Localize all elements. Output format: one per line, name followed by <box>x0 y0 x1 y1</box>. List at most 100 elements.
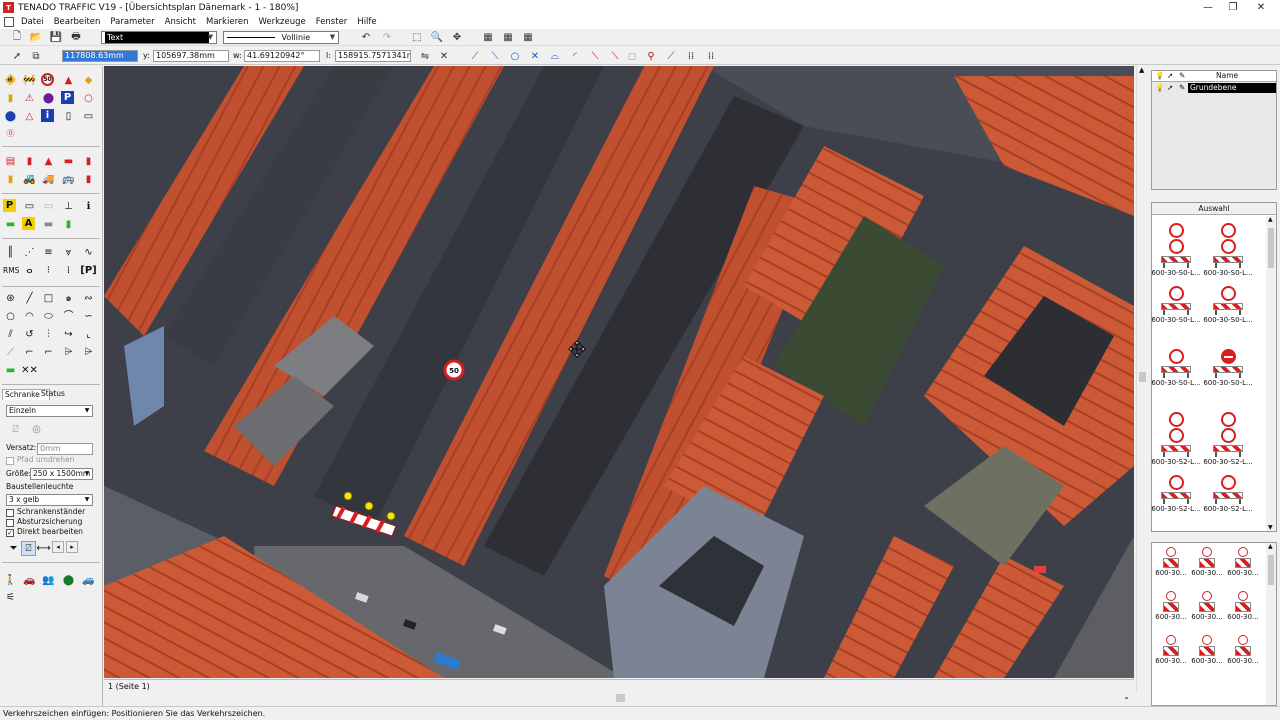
menu-werkzeuge[interactable]: Werkzeuge <box>254 15 311 29</box>
bicycle-icon[interactable]: ⴰ <box>22 263 37 278</box>
corner-icon[interactable]: ⌞ <box>81 327 96 342</box>
snap-disabled-icon[interactable]: ◻ <box>625 49 639 63</box>
snap-circle-icon[interactable]: ○ <box>508 49 522 63</box>
line-style-combo[interactable]: Vollinie ▼ <box>223 31 339 44</box>
selection-item[interactable]: 600-30-S0-L... <box>1151 286 1201 324</box>
snap-arc-icon[interactable]: ◜ <box>568 49 582 63</box>
post-icon[interactable]: ▮ <box>22 154 37 169</box>
multi-edit-icon[interactable]: ⩥ <box>61 345 76 360</box>
path-icon[interactable]: ⍁ <box>8 422 23 437</box>
pen-icon[interactable]: ✎ <box>1179 83 1185 93</box>
grid-icon[interactable]: ⁞⁞ <box>684 49 698 63</box>
trim-icon[interactable]: ⌐ <box>22 345 37 360</box>
worker-sign-icon[interactable]: 🚧 <box>22 73 37 88</box>
curve-icon[interactable]: ⌒ <box>61 309 76 324</box>
menu-ansicht[interactable]: Ansicht <box>160 15 201 29</box>
vehicle2-icon[interactable]: 🚙 <box>81 573 96 588</box>
schrankenstaender-checkbox[interactable] <box>6 509 14 517</box>
snap-perp-icon[interactable]: ⟋ <box>664 49 678 63</box>
step-left-icon[interactable]: ◂ <box>52 541 64 553</box>
menu-markieren[interactable]: Markieren <box>201 15 253 29</box>
rectangle-icon[interactable]: □ <box>41 291 56 306</box>
scroll-down-icon[interactable]: ▼ <box>1268 524 1273 531</box>
selection-item[interactable]: 600-30-S0-L... <box>1203 286 1253 324</box>
bus-icon[interactable]: 🚌 <box>61 172 76 187</box>
warning-triangle2-icon[interactable]: ⚠ <box>22 91 37 106</box>
blue-round-sign-icon[interactable]: ⬤ <box>3 109 18 124</box>
leuchte-combo[interactable]: 3 x gelb ▼ <box>6 494 93 506</box>
extra-tool-icon[interactable]: ⚟ <box>3 590 18 605</box>
selection-item[interactable]: 600-30... <box>1226 635 1260 665</box>
selection-item[interactable]: 600-30-S2-L... <box>1203 412 1253 466</box>
zoom-pan-icon[interactable]: ✥ <box>450 30 464 44</box>
menu-bearbeiten[interactable]: Bearbeiten <box>49 15 106 29</box>
zoom-icon[interactable]: 🔍 <box>430 30 444 44</box>
diagonal-marking-icon[interactable]: ⋰ <box>22 245 37 260</box>
menu-parameter[interactable]: Parameter <box>105 15 159 29</box>
bend-icon[interactable]: ↺ <box>22 327 37 342</box>
dimension-icon[interactable]: ▬ <box>3 363 18 378</box>
line-icon[interactable]: ╱ <box>22 291 37 306</box>
spiral-icon[interactable]: ๑ <box>61 291 76 306</box>
arc-icon[interactable]: ◠ <box>22 309 37 324</box>
white-board-icon[interactable]: ▭ <box>22 199 37 214</box>
map-canvas[interactable]: 50 <box>104 66 1134 678</box>
selection-item[interactable]: 600-30... <box>1190 591 1224 621</box>
people-icon[interactable]: 👥 <box>41 573 56 588</box>
selection-item[interactable]: 600-30-S0-L... <box>1151 349 1201 387</box>
selection-scroll-thumb[interactable] <box>1268 228 1274 268</box>
close-button[interactable]: ✕ <box>1249 0 1273 15</box>
yellow-board-icon[interactable]: P <box>3 199 16 212</box>
grey-board-icon[interactable]: ▭ <box>41 199 56 214</box>
snap-tangent-icon[interactable]: ⌓ <box>548 49 562 63</box>
ellipse-icon[interactable]: ⬭ <box>41 309 56 324</box>
page-tab[interactable]: 1 (Seite 1) <box>104 679 1134 692</box>
snap-line2-icon[interactable]: ⟍ <box>488 49 502 63</box>
red-round-sign-icon[interactable]: ⓪ <box>3 126 18 141</box>
point-icon[interactable]: ⊛ <box>3 291 18 306</box>
selection-item[interactable]: 600-30-S0-L... <box>1203 349 1253 387</box>
priority-road-icon[interactable]: ◆ <box>81 73 96 88</box>
snap-end-icon[interactable]: ⟍ <box>588 49 602 63</box>
cancel-x-icon[interactable]: ✕ <box>437 49 451 63</box>
comb-icon[interactable]: ⫶ <box>41 327 56 342</box>
y-coordinate-field[interactable]: 105697.38mm <box>153 50 229 62</box>
green-board-icon[interactable]: ▬ <box>3 217 18 232</box>
layout-icon-1[interactable]: ▦ <box>481 30 495 44</box>
light-icon[interactable]: ▮ <box>3 172 18 187</box>
grid2-icon[interactable]: ⁞⁞ <box>704 49 718 63</box>
placed-speed-sign[interactable]: 50 <box>443 359 465 381</box>
construction-vehicle-icon[interactable]: 🚜 <box>22 172 37 187</box>
tree-icon[interactable]: ⬤ <box>61 573 76 588</box>
select-arrow-icon[interactable]: ➚ <box>10 49 24 63</box>
snap-search-icon[interactable]: ⚲ <box>644 49 658 63</box>
spline-icon[interactable]: ∽ <box>81 309 96 324</box>
warning-triangle-icon[interactable]: ▲ <box>61 73 76 88</box>
letter-board-icon[interactable]: A <box>22 217 35 230</box>
save-icon[interactable]: 💾 <box>49 30 63 44</box>
zoom-window-icon[interactable]: ⬚ <box>410 30 424 44</box>
layer-name[interactable]: Grundebene <box>1188 83 1276 93</box>
hook-icon[interactable]: ↪ <box>61 327 76 342</box>
yellow-sign-icon[interactable]: ▮ <box>3 91 18 106</box>
circle-icon[interactable]: ○ <box>3 309 18 324</box>
truck-icon[interactable]: 🚚 <box>41 172 56 187</box>
scroll-down-icon[interactable]: ⌄ <box>1123 692 1130 701</box>
x-coordinate-field[interactable]: 117808.63mm <box>62 50 138 62</box>
rotate-icon[interactable]: ◎ <box>29 422 44 437</box>
selection2-scroll-thumb[interactable] <box>1268 555 1274 585</box>
vertical-scroll-thumb[interactable] <box>1139 372 1146 382</box>
snap-mid-icon[interactable]: ⟍ <box>608 49 622 63</box>
menu-datei[interactable]: Datei <box>16 15 49 29</box>
barrier-icon[interactable]: ▤ <box>3 154 18 169</box>
path-mode-icon[interactable]: ⍁ <box>21 541 36 556</box>
minimize-button[interactable]: — <box>1196 0 1220 15</box>
cut-edit-icon[interactable]: ⩥ <box>81 345 96 360</box>
pedestrian-sign-icon[interactable]: 🚸 <box>3 73 18 88</box>
selection-item[interactable]: 600-30... <box>1190 635 1224 665</box>
selection-item[interactable]: 600-30... <box>1226 547 1260 577</box>
rms-label[interactable]: RMS <box>3 266 19 276</box>
scroll-up-icon[interactable]: ▲ <box>1139 66 1144 74</box>
pfad-umdrehen-checkbox[interactable] <box>6 457 14 465</box>
length-field[interactable]: 158915.7571341mm <box>335 50 411 62</box>
